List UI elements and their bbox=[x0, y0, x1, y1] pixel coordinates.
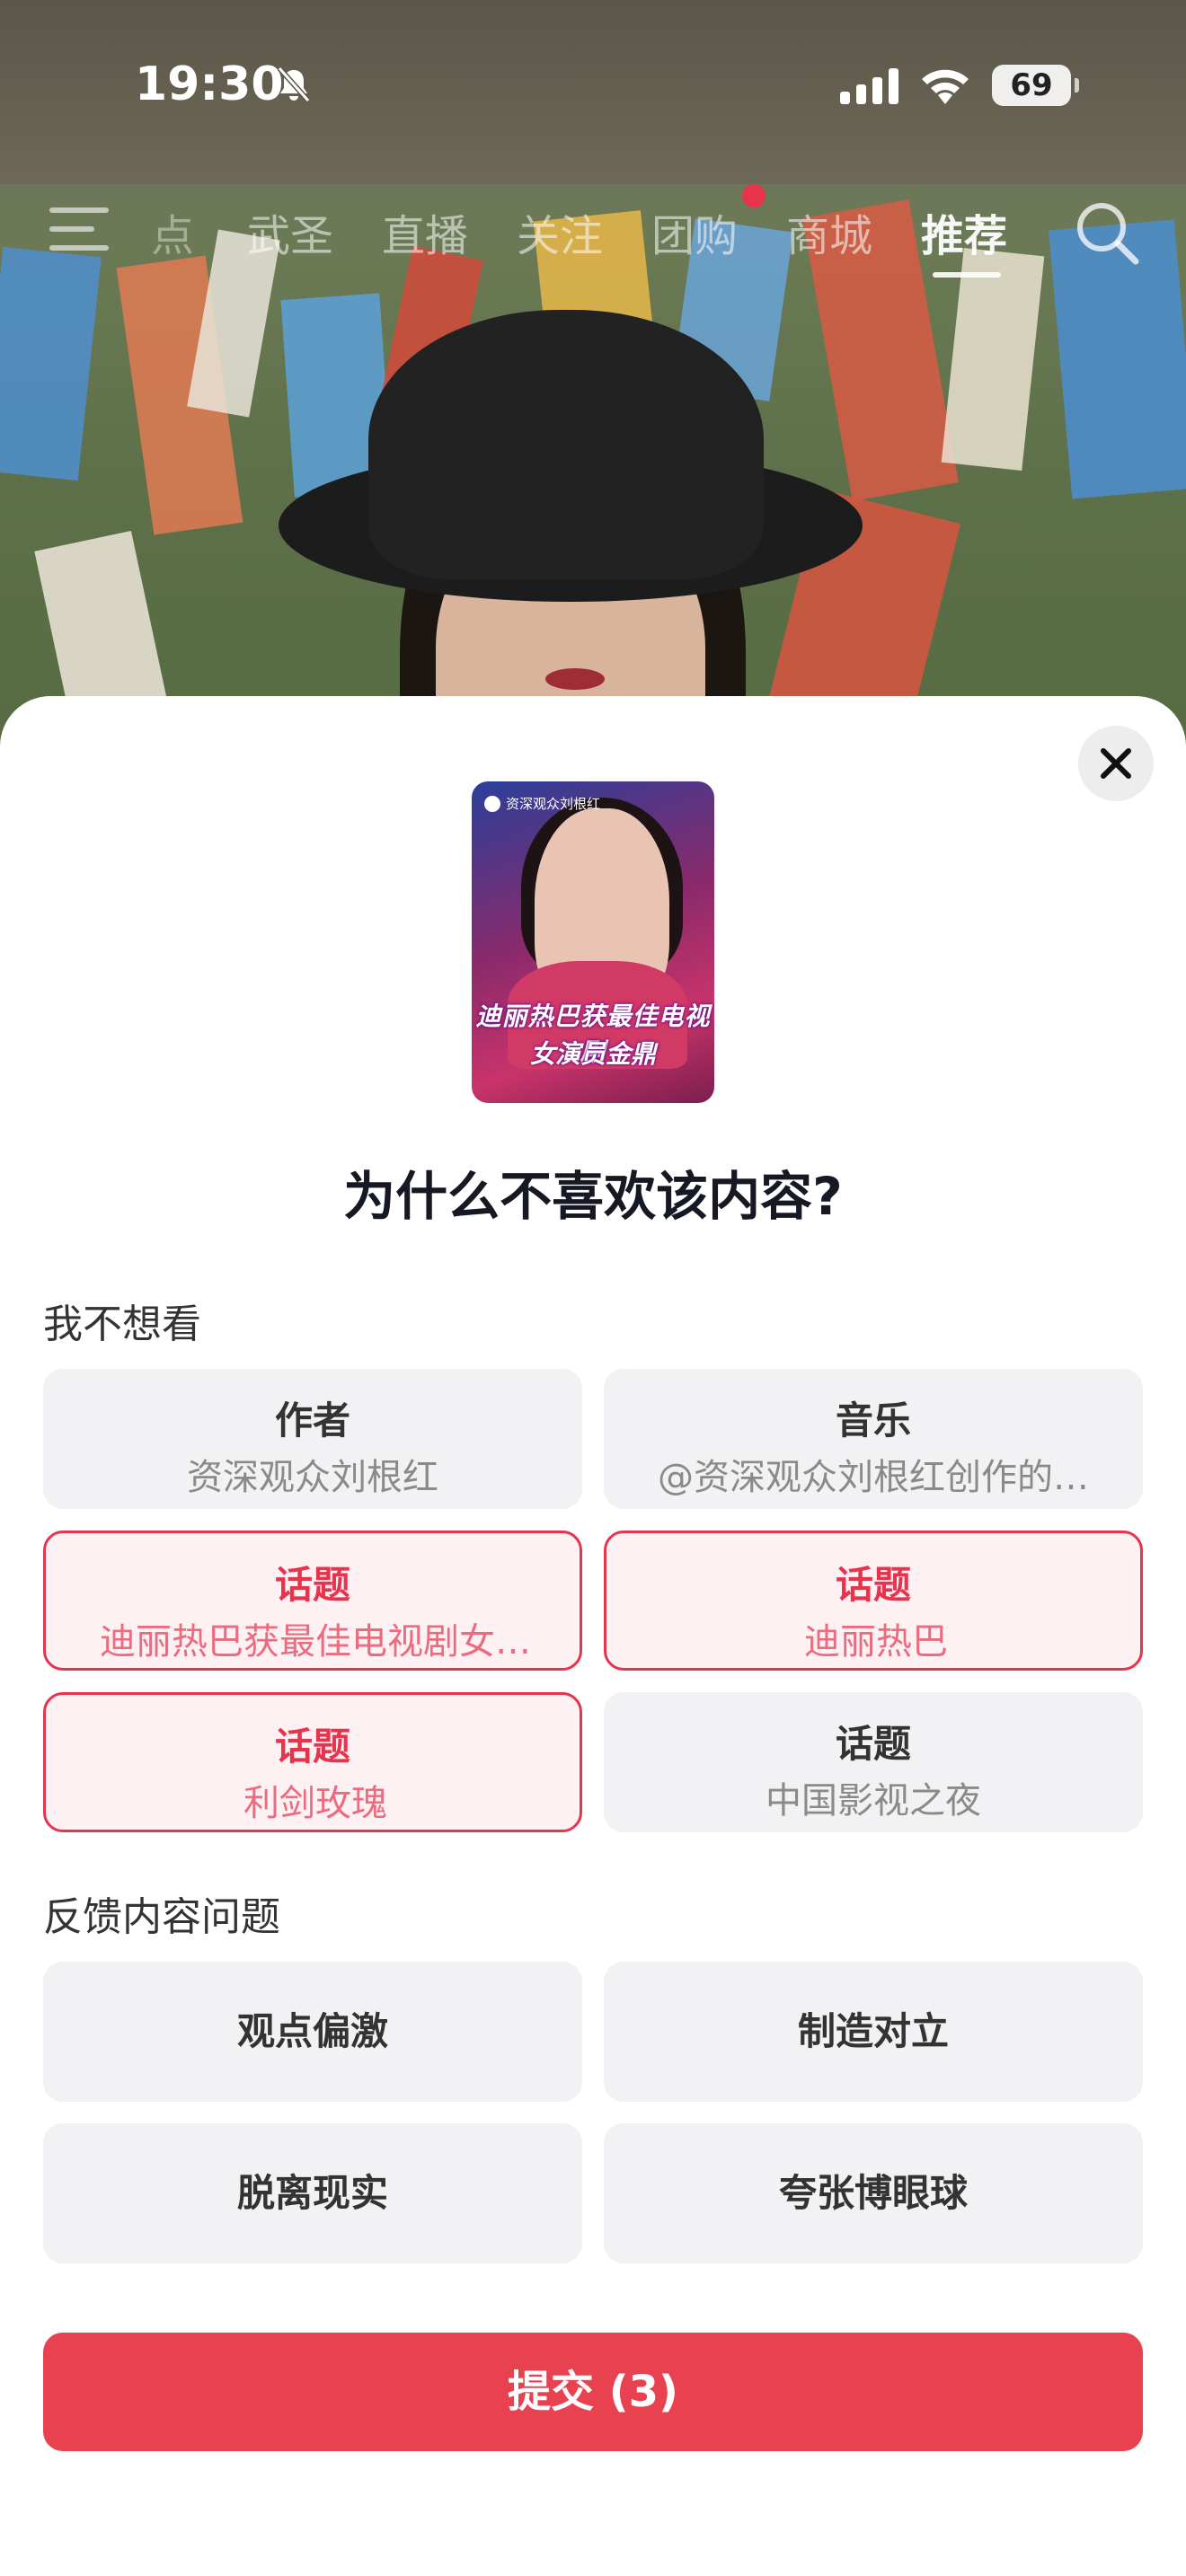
option-subtitle: 迪丽热巴 bbox=[804, 1621, 948, 1663]
option-subtitle: 资深观众刘根红 bbox=[187, 1457, 438, 1498]
option-topic-award[interactable]: 话题 迪丽热巴获最佳电视剧女… bbox=[43, 1531, 582, 1671]
option-topic-dilireba[interactable]: 话题 迪丽热巴 bbox=[604, 1531, 1143, 1671]
notification-dot bbox=[742, 184, 766, 207]
tab-group-buy[interactable]: 团购 bbox=[651, 200, 738, 263]
active-tab-indicator bbox=[933, 272, 1001, 278]
option-subtitle: 迪丽热巴获最佳电视剧女… bbox=[100, 1621, 531, 1663]
flag-decoration bbox=[941, 247, 1045, 472]
feedback-create-conflict[interactable]: 制造对立 bbox=[604, 1962, 1143, 2102]
video-thumbnail: 资深观众刘根红 迪丽热巴获最佳电视剧 女演员金鼎 bbox=[472, 781, 714, 1103]
tab-live[interactable]: 直播 bbox=[382, 200, 468, 263]
tab-wusheng[interactable]: 武圣 bbox=[247, 200, 333, 263]
status-time: 19:30 bbox=[135, 57, 284, 111]
wifi-icon bbox=[922, 69, 969, 104]
close-button[interactable] bbox=[1078, 726, 1154, 801]
option-title: 作者 bbox=[274, 1398, 350, 1442]
feedback-unrealistic[interactable]: 脱离现实 bbox=[43, 2123, 582, 2263]
battery-indicator: 69 bbox=[992, 65, 1079, 106]
option-subtitle: @资深观众刘根红创作的… bbox=[658, 1457, 1089, 1498]
thumbnail-author: 资深观众刘根红 bbox=[484, 794, 600, 813]
option-topic-film-night[interactable]: 话题 中国影视之夜 bbox=[604, 1692, 1143, 1832]
top-nav: 点 武圣 直播 关注 团购 商城 推荐 bbox=[0, 184, 1186, 278]
option-title: 话题 bbox=[274, 1563, 350, 1607]
thumbnail-caption-line2: 女演员金鼎 bbox=[529, 1039, 656, 1069]
menu-icon[interactable] bbox=[49, 204, 112, 254]
option-topic-sword-rose[interactable]: 话题 利剑玫瑰 bbox=[43, 1692, 582, 1832]
search-icon[interactable] bbox=[1071, 197, 1143, 269]
tab-mall[interactable]: 商城 bbox=[786, 200, 872, 263]
video-background bbox=[0, 0, 1186, 808]
tab-partial[interactable]: 点 bbox=[151, 200, 194, 263]
bell-off-icon bbox=[277, 66, 311, 102]
option-title: 话题 bbox=[835, 1563, 911, 1607]
submit-button[interactable]: 提交 (3) bbox=[43, 2333, 1143, 2451]
lips bbox=[545, 668, 605, 690]
option-title: 话题 bbox=[835, 1722, 911, 1766]
tab-following[interactable]: 关注 bbox=[517, 200, 603, 263]
section-label-not-interested: 我不想看 bbox=[43, 1301, 201, 1347]
flag-decoration bbox=[0, 246, 102, 481]
sheet-title: 为什么不喜欢该内容? bbox=[343, 1166, 843, 1227]
option-title: 音乐 bbox=[835, 1398, 911, 1442]
author-avatar bbox=[484, 795, 500, 812]
option-music[interactable]: 音乐 @资深观众刘根红创作的… bbox=[604, 1369, 1143, 1509]
feedback-clickbait[interactable]: 夸张博眼球 bbox=[604, 2123, 1143, 2263]
thumbnail-author-name: 资深观众刘根红 bbox=[506, 796, 601, 812]
feedback-extreme-view[interactable]: 观点偏激 bbox=[43, 1962, 582, 2102]
option-title: 话题 bbox=[274, 1725, 350, 1769]
tab-recommended[interactable]: 推荐 bbox=[921, 200, 1007, 263]
hat-crown bbox=[368, 310, 764, 579]
section-label-content-issue: 反馈内容问题 bbox=[43, 1894, 280, 1940]
option-subtitle: 利剑玫瑰 bbox=[243, 1783, 387, 1824]
cellular-signal-icon bbox=[840, 68, 898, 104]
option-subtitle: 中国影视之夜 bbox=[766, 1780, 981, 1822]
close-icon bbox=[1101, 748, 1131, 779]
option-author[interactable]: 作者 资深观众刘根红 bbox=[43, 1369, 582, 1509]
